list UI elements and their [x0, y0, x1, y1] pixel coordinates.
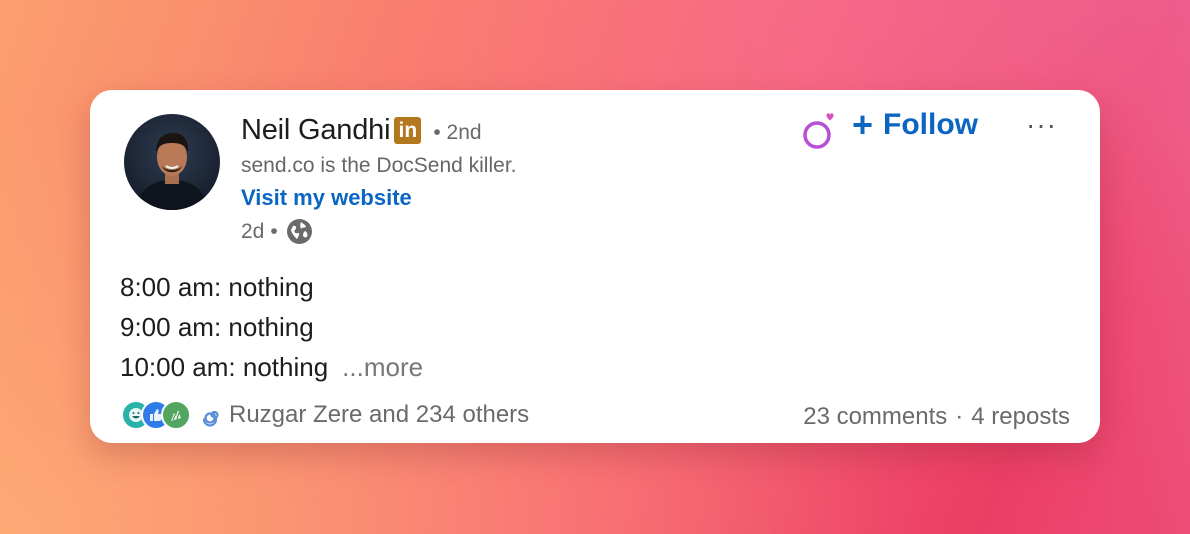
more-options-icon[interactable]: ··· — [1026, 109, 1057, 141]
degree-separator: • — [433, 120, 441, 144]
meta-separator: • — [270, 219, 278, 243]
engagement-stats: 23 comments · 4 reposts — [803, 403, 1070, 431]
post-line: 10:00 am: nothing — [120, 352, 329, 382]
reactors-text[interactable]: Ruzgar Zere and 234 others — [229, 401, 529, 429]
plus-icon: + — [852, 104, 874, 145]
linkedin-badge-icon: in — [394, 117, 422, 144]
post-meta: 2d • — [241, 218, 313, 245]
comments-count[interactable]: 23 comments — [803, 403, 947, 430]
see-more-link[interactable]: ...more — [342, 352, 423, 382]
globe-icon — [286, 218, 313, 245]
avatar[interactable] — [124, 114, 220, 210]
post-card: Neil Gandhi in • 2nd send.co is the DocS… — [90, 90, 1100, 443]
celebrate-reaction-icon — [161, 400, 191, 430]
degree-label: 2nd — [446, 120, 482, 144]
connection-degree: • 2nd — [433, 121, 481, 145]
stats-separator: · — [955, 403, 964, 430]
post-line: 9:00 am: nothing — [120, 312, 314, 342]
author-name[interactable]: Neil Gandhi — [241, 114, 391, 147]
reactions-summary[interactable]: Ruzgar Zere and 234 others — [121, 400, 529, 430]
follow-button[interactable]: + Follow — [852, 104, 979, 145]
post-body: 8:00 am: nothing 9:00 am: nothing 10:00 … — [120, 267, 423, 387]
follow-label: Follow — [883, 108, 979, 141]
post-line: 8:00 am: nothing — [120, 272, 314, 302]
gender-symbol-icon — [801, 111, 839, 156]
reposts-count[interactable]: 4 reposts — [971, 403, 1070, 430]
post-line-last: 10:00 am: nothing ...more — [120, 347, 423, 387]
spiral-icon — [201, 403, 225, 427]
visit-website-link[interactable]: Visit my website — [241, 185, 412, 211]
author-headline: send.co is the DocSend killer. — [241, 154, 517, 177]
post-age: 2d — [241, 219, 265, 243]
